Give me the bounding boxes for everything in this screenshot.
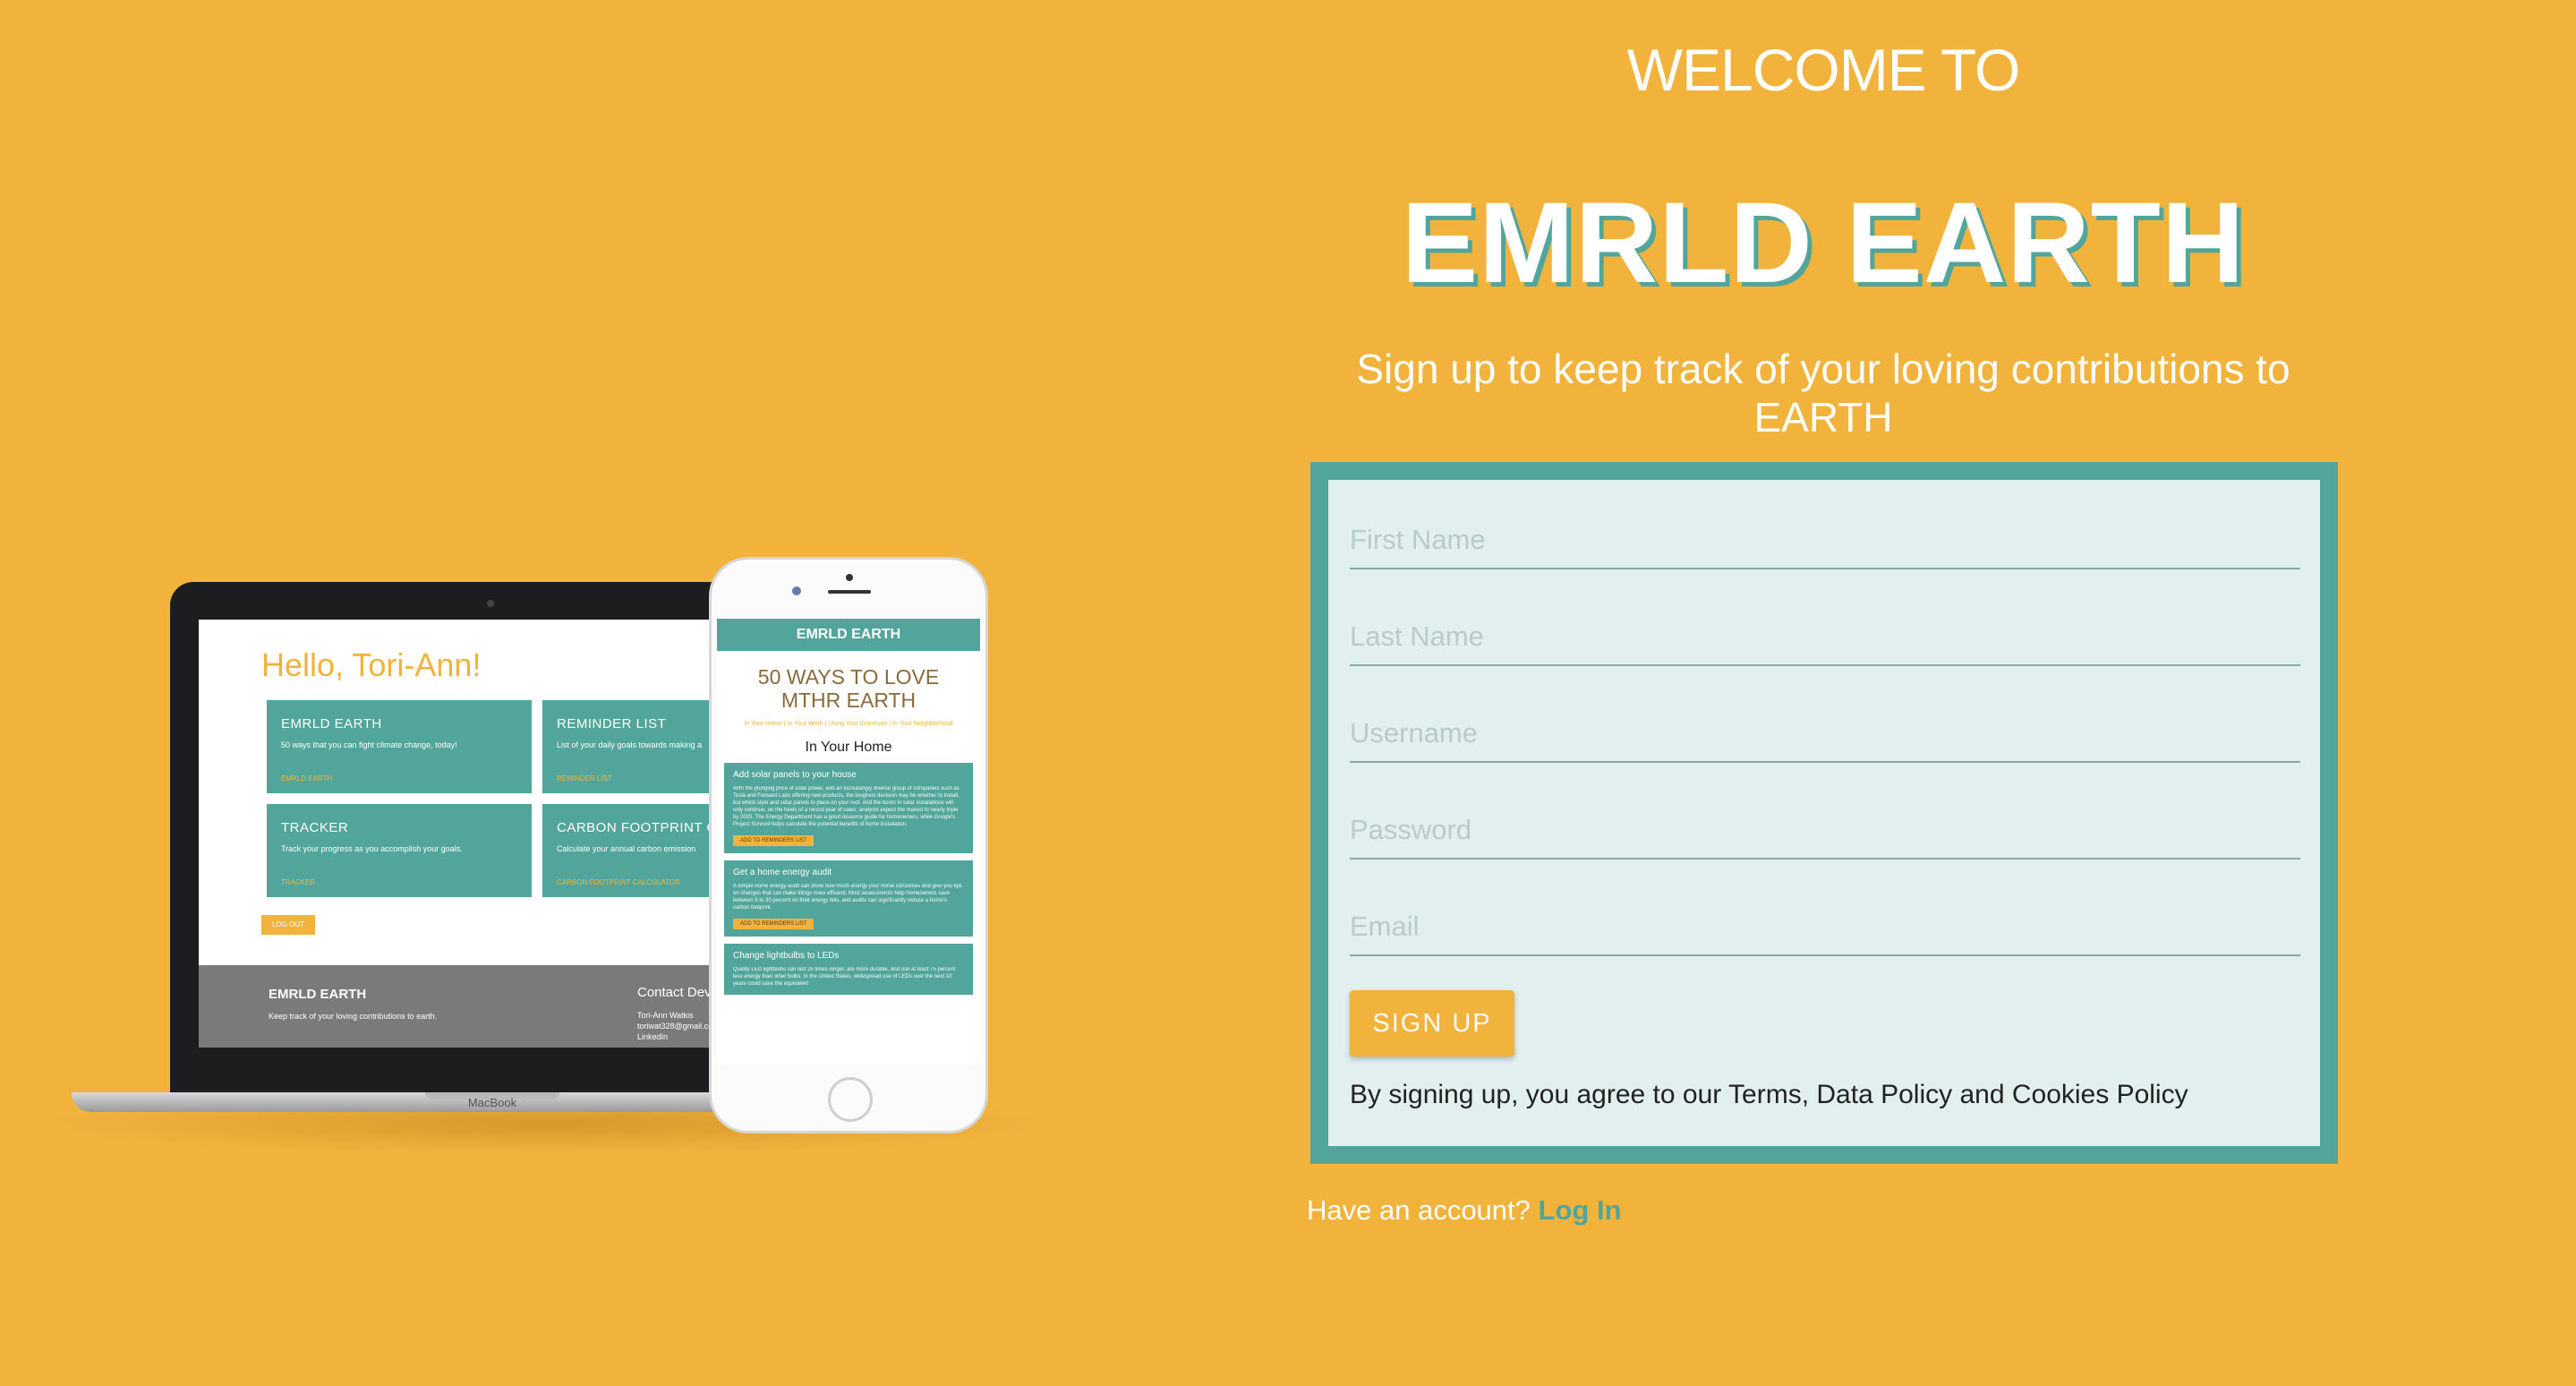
phone-card: Add solar panels to your house With the …: [724, 763, 973, 853]
phone-card-button: ADD TO REMINDERS LIST: [733, 919, 815, 929]
footer-email: toriwat328@gmail.com: [637, 1022, 720, 1031]
have-account-row: Have an account? Log In: [1307, 1194, 1622, 1227]
phone-card-body: Quality LED lightbulbs can last 25 times…: [733, 967, 956, 987]
device-mockup-image: Hello, Tori-Ann! EMRLD EARTH 50 ways tha…: [27, 537, 1065, 1164]
phone-card-button: ADD TO REMINDERS LIST: [733, 835, 815, 846]
signup-form-container: SIGN UP By signing up, you agree to our …: [1310, 462, 2338, 1164]
phone-screen: EMRLD EARTH 50 WAYS TO LOVE MTHR EARTH I…: [717, 619, 980, 1065]
email-field[interactable]: [1350, 867, 2300, 956]
last-name-field[interactable]: [1350, 577, 2300, 666]
phone-speaker: [828, 590, 871, 594]
phone-card-body: A simple home energy audit can show how …: [733, 884, 962, 911]
card-desc: Track your progress as you accomplish yo…: [281, 844, 463, 853]
card-link: TRACKER: [281, 878, 316, 886]
phone-card-body: With the plunging price of solar power, …: [733, 786, 960, 827]
brand-title: EMRLD EARTH: [1401, 179, 2246, 307]
username-field[interactable]: [1350, 673, 2300, 763]
laptop-camera: [487, 600, 494, 607]
log-in-link[interactable]: Log In: [1539, 1194, 1622, 1226]
laptop-footer-info: Tori-Ann Watkis toriwat328@gmail.com Lin…: [637, 1010, 720, 1042]
first-name-field[interactable]: [1350, 480, 2300, 569]
terms-notice: By signing up, you agree to our Terms, D…: [1350, 1080, 2188, 1109]
phone-home-button: [828, 1077, 873, 1122]
phone-header: EMRLD EARTH: [717, 619, 980, 651]
laptop-footer: EMRLD EARTH Keep track of your loving co…: [199, 965, 786, 1048]
phone-section-title: In Your Home: [805, 740, 892, 755]
phone-card-title: Change lightbulbs to LEDs: [733, 951, 840, 961]
card-title: EMRLD EARTH: [281, 716, 382, 732]
phone-mockup: EMRLD EARTH 50 WAYS TO LOVE MTHR EARTH I…: [709, 557, 988, 1134]
laptop-logout-button: LOG OUT: [261, 915, 315, 935]
phone-card-title: Get a home energy audit: [733, 868, 832, 877]
laptop-greeting: Hello, Tori-Ann!: [261, 646, 482, 683]
footer-linkedin: LinkedIn: [637, 1032, 669, 1041]
laptop-footer-contact: Contact Dev: [637, 985, 712, 1000]
card-title: TRACKER: [281, 820, 349, 835]
phone-card-title: Add solar panels to your house: [733, 770, 857, 780]
phone-camera: [792, 586, 801, 595]
phone-card: Change lightbulbs to LEDs Quality LED li…: [724, 944, 973, 995]
laptop-screen: Hello, Tori-Ann! EMRLD EARTH 50 ways tha…: [199, 620, 786, 1048]
phone-card: Get a home energy audit A simple home en…: [724, 860, 973, 937]
phone-sensor: [846, 574, 853, 581]
have-account-text: Have an account?: [1307, 1194, 1531, 1226]
card-desc: 50 ways that you can fight climate chang…: [281, 740, 457, 749]
sign-up-button[interactable]: SIGN UP: [1350, 990, 1514, 1057]
laptop-card-tracker: TRACKER Track your progress as you accom…: [267, 804, 532, 897]
password-field[interactable]: [1350, 770, 2300, 860]
welcome-heading: WELCOME TO: [1626, 37, 2021, 103]
signup-form: SIGN UP By signing up, you agree to our …: [1328, 480, 2320, 1146]
laptop-footer-brand: EMRLD EARTH: [269, 987, 367, 1002]
phone-links: In Your Home | In Your Work | Using Your…: [744, 721, 953, 727]
laptop-card-emrld: EMRLD EARTH 50 ways that you can fight c…: [267, 700, 532, 793]
footer-name: Tori-Ann Watkis: [637, 1011, 694, 1020]
phone-title: 50 WAYS TO LOVE MTHR EARTH: [757, 665, 940, 712]
laptop-footer-tagline: Keep track of your loving contributions …: [269, 1012, 438, 1021]
signup-page: Hello, Tori-Ann! EMRLD EARTH 50 ways tha…: [0, 0, 2576, 1386]
card-link: EMRLD EARTH: [281, 774, 333, 783]
signup-subtitle: Sign up to keep track of your loving con…: [1356, 346, 2290, 441]
